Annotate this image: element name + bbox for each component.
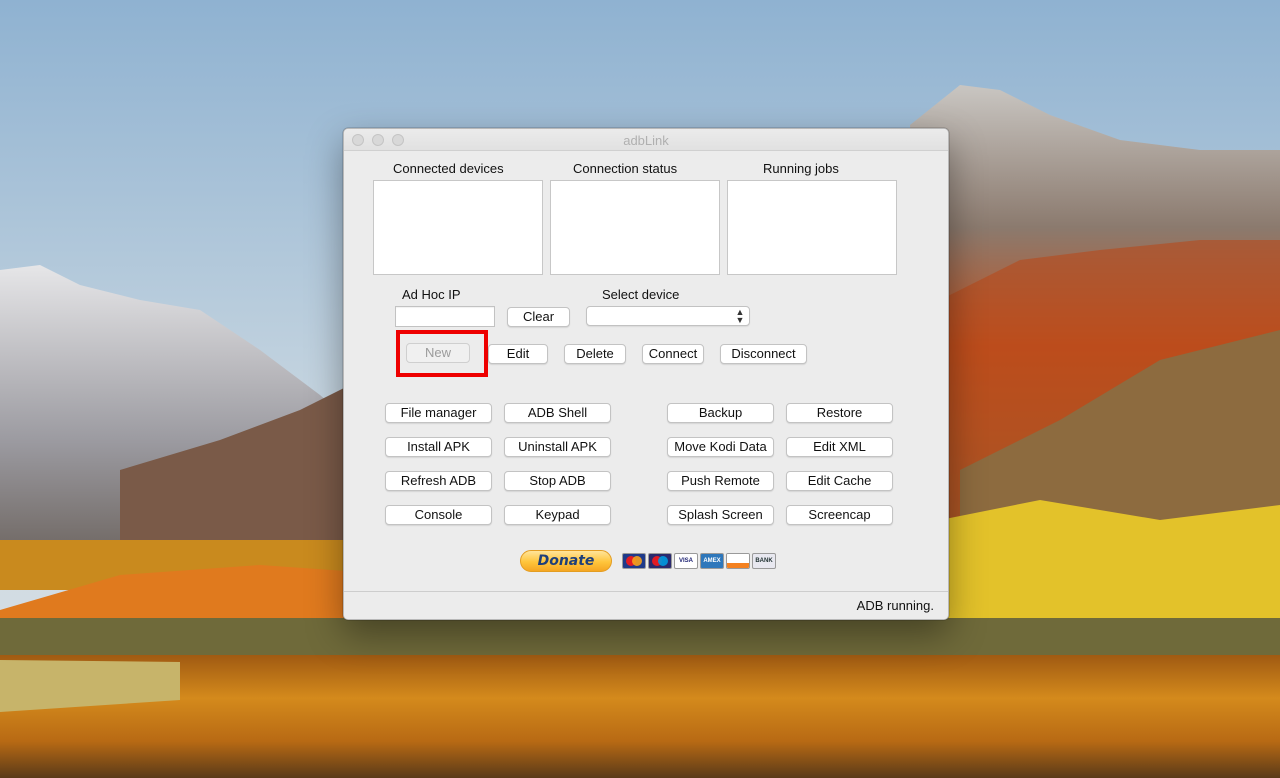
disconnect-button[interactable]: Disconnect <box>720 344 807 364</box>
adb-shell-button[interactable]: ADB Shell <box>504 403 611 423</box>
adhoc-ip-input[interactable] <box>395 306 495 327</box>
running-jobs-label: Running jobs <box>763 161 839 176</box>
amex-icon: AMEX <box>700 553 724 569</box>
donate-button[interactable]: Donate <box>520 550 612 572</box>
connection-status-label: Connection status <box>573 161 678 176</box>
select-device-dropdown[interactable]: ▲ ▼ <box>586 306 750 326</box>
running-jobs-list[interactable] <box>727 180 897 275</box>
install-apk-button[interactable]: Install APK <box>385 437 492 457</box>
splash-screen-button[interactable]: Splash Screen <box>667 505 774 525</box>
edit-device-button[interactable]: Edit <box>488 344 548 364</box>
status-text: ADB running. <box>856 598 934 613</box>
keypad-button[interactable]: Keypad <box>504 505 611 525</box>
status-bar: ADB running. <box>344 591 948 619</box>
maestro-icon <box>648 553 672 569</box>
push-remote-button[interactable]: Push Remote <box>667 471 774 491</box>
connect-button[interactable]: Connect <box>642 344 704 364</box>
screencap-button[interactable]: Screencap <box>786 505 893 525</box>
mastercard-icon <box>622 553 646 569</box>
adblink-window: adbLink Connected devices Connection sta… <box>343 128 949 620</box>
window-title: adbLink <box>623 133 669 148</box>
file-manager-button[interactable]: File manager <box>385 403 492 423</box>
chevron-updown-icon: ▲ ▼ <box>735 307 745 325</box>
clear-button[interactable]: Clear <box>507 307 570 327</box>
uninstall-apk-button[interactable]: Uninstall APK <box>504 437 611 457</box>
delete-device-button[interactable]: Delete <box>564 344 626 364</box>
refresh-adb-button[interactable]: Refresh ADB <box>385 471 492 491</box>
select-device-label: Select device <box>602 287 680 302</box>
bank-icon: BANK <box>752 553 776 569</box>
title-bar[interactable]: adbLink <box>344 129 948 151</box>
edit-cache-button[interactable]: Edit Cache <box>786 471 893 491</box>
stop-adb-button[interactable]: Stop ADB <box>504 471 611 491</box>
connected-devices-list[interactable] <box>373 180 543 275</box>
edit-xml-button[interactable]: Edit XML <box>786 437 893 457</box>
connection-status-list[interactable] <box>550 180 720 275</box>
restore-button[interactable]: Restore <box>786 403 893 423</box>
move-kodi-data-button[interactable]: Move Kodi Data <box>667 437 774 457</box>
payment-cards: VISA AMEX BANK <box>622 553 776 569</box>
discover-icon <box>726 553 750 569</box>
connected-devices-label: Connected devices <box>393 161 504 176</box>
highlight-box <box>396 330 488 377</box>
console-button[interactable]: Console <box>385 505 492 525</box>
backup-button[interactable]: Backup <box>667 403 774 423</box>
visa-icon: VISA <box>674 553 698 569</box>
adhoc-ip-label: Ad Hoc IP <box>402 287 461 302</box>
